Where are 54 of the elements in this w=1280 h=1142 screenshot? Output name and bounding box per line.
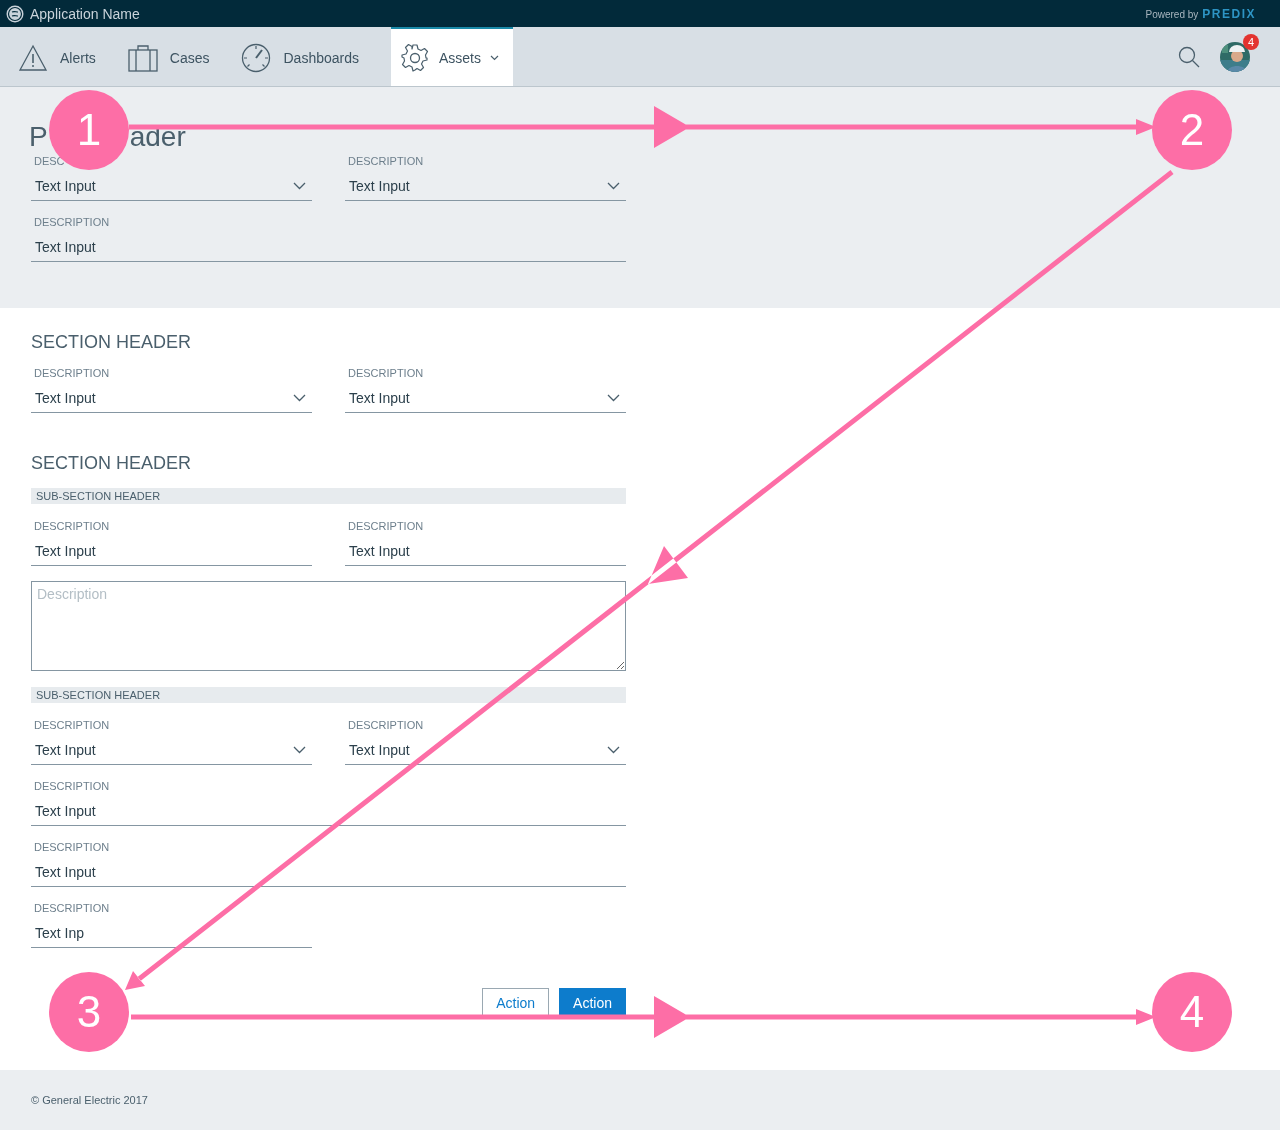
page-header: ader: [129, 121, 186, 153]
dropdown-field[interactable]: Text Input: [31, 735, 312, 765]
chevron-icon: [607, 393, 620, 402]
dropdown-field[interactable]: Text Input: [345, 171, 626, 201]
dropdown-field[interactable]: Text Input: [345, 383, 626, 413]
field-label: DESCRIPTION: [33, 780, 111, 792]
nav-tab[interactable]: Alerts: [18, 27, 110, 86]
notification-badge: 4: [1243, 33, 1259, 50]
step-marker: 4: [1152, 972, 1232, 1052]
nav-tab[interactable]: Cases: [127, 27, 224, 86]
dropdown-field[interactable]: Text Input: [31, 171, 312, 201]
chevron-icon: [607, 181, 620, 190]
section-header: SECTION HEADER: [31, 453, 193, 474]
field-label: DESCRIPTION: [347, 520, 425, 532]
chevron-icon: [607, 745, 620, 754]
action-button[interactable]: Action: [559, 988, 626, 1018]
logo-icon: [6, 4, 24, 23]
field-label: DESCRIPTION: [33, 520, 111, 532]
copyright-text: © General Electric 2017: [31, 1094, 148, 1106]
field-label: DESCRIPTION: [33, 902, 111, 914]
field-label: DESCRIPTION: [33, 841, 111, 853]
field-label: DESCRIPTION: [33, 216, 111, 228]
caret-icon: [490, 54, 499, 61]
page-header: P: [29, 121, 48, 153]
chevron-icon: [293, 181, 306, 190]
sub-section-header: SUB-SECTION HEADER: [31, 687, 626, 703]
brand-name: PREDIX: [1202, 6, 1256, 21]
field-label: DESC: [33, 155, 66, 167]
chevron-icon: [293, 745, 306, 754]
dropdown-field[interactable]: Text Input: [31, 383, 312, 413]
description-textarea[interactable]: Description: [31, 581, 626, 671]
warning-icon: [18, 43, 48, 72]
input-field[interactable]: Text Input: [345, 536, 626, 566]
app-title: Application Name: [30, 5, 140, 22]
powered-by-label: Powered by: [1145, 8, 1199, 20]
step-marker: 3: [49, 972, 129, 1052]
field-label: DESCRIPTION: [347, 367, 425, 379]
gauge-icon: [241, 42, 272, 73]
nav-tab[interactable]: Assets: [391, 27, 513, 86]
search-icon[interactable]: [1178, 45, 1200, 68]
chevron-icon: [293, 393, 306, 402]
settings-icon: [400, 42, 430, 73]
action-button[interactable]: Action: [482, 988, 550, 1018]
nav-tab[interactable]: Dashboards: [241, 27, 373, 86]
field-label: DESCRIPTION: [33, 367, 111, 379]
field-label: DESCRIPTION: [347, 155, 425, 167]
field-label: DESCRIPTION: [33, 719, 111, 731]
field-label: DESCRIPTION: [347, 719, 425, 731]
step-marker: 2: [1152, 90, 1232, 170]
briefcase-icon: [127, 43, 158, 72]
sub-section-header: SUB-SECTION HEADER: [31, 488, 626, 504]
section-header: SECTION HEADER: [31, 332, 193, 353]
input-field[interactable]: Text Input: [31, 232, 626, 262]
input-field[interactable]: Text Input: [31, 536, 312, 566]
